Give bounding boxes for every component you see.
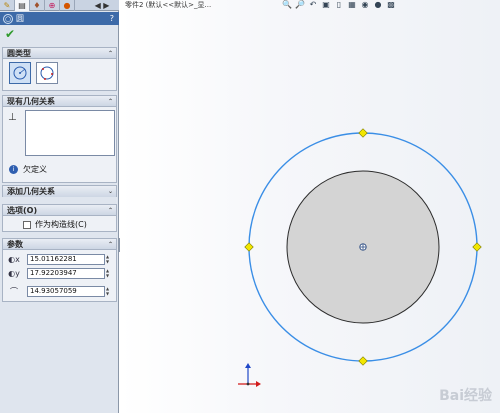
quadrant-handle-bottom[interactable]: [358, 356, 368, 366]
center-point[interactable]: [359, 243, 367, 251]
watermark: Bai经验: [439, 388, 492, 404]
quadrant-handle-left[interactable]: [244, 242, 254, 252]
quadrant-handle-right[interactable]: [472, 242, 482, 252]
quadrant-handle-top[interactable]: [358, 128, 368, 138]
origin-axes-icon: [238, 363, 261, 387]
sketch-canvas: [238, 128, 482, 387]
